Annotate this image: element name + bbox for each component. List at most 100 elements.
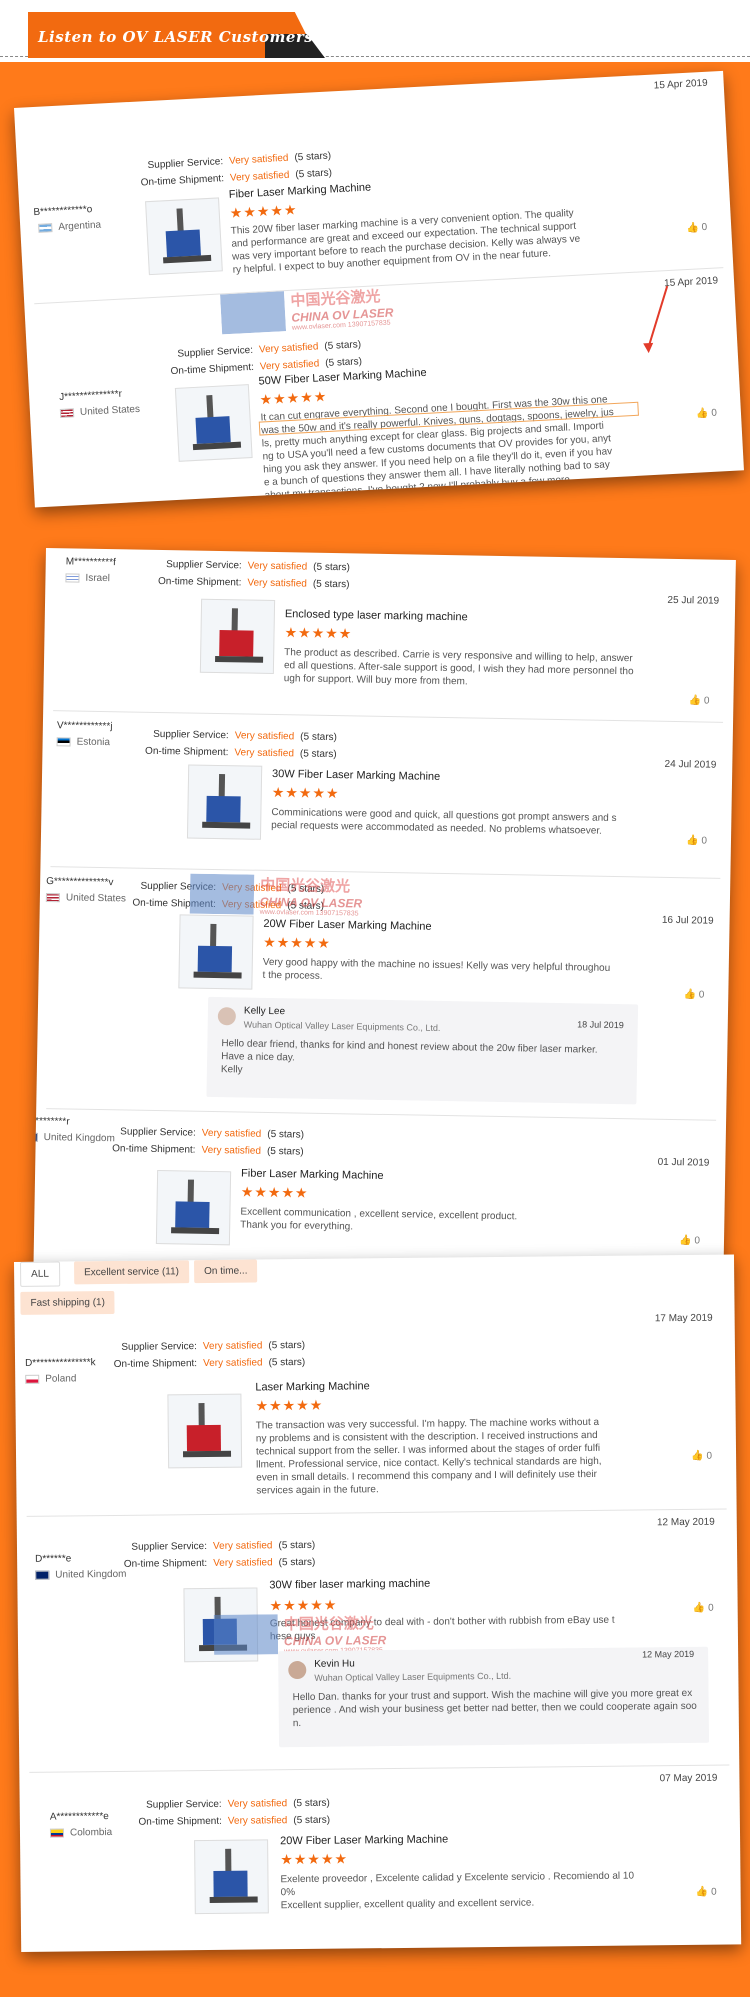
product-title[interactable]: Enclosed type laser marking machine: [285, 608, 468, 623]
supplier-service-label: Supplier Service:: [166, 559, 242, 572]
product-image[interactable]: [145, 197, 223, 276]
filter-fast-shipping[interactable]: Fast shipping (1): [20, 1290, 116, 1315]
product-image[interactable]: [199, 598, 276, 674]
like-count[interactable]: 👍 0: [693, 1603, 714, 1614]
filter-excellent-service[interactable]: Excellent service (11): [73, 1260, 190, 1285]
like-count[interactable]: 👍 0: [689, 695, 710, 706]
filter-all[interactable]: ALL: [19, 1261, 61, 1287]
like-count[interactable]: 👍 0: [679, 1235, 700, 1246]
reviewer-country: Poland: [25, 1373, 76, 1385]
review-photo[interactable]: [315, 504, 358, 508]
product-title[interactable]: 20W Fiber Laser Marking Machine: [263, 918, 431, 933]
avatar: [288, 1660, 307, 1680]
rating-stars: ★★★★★: [240, 1183, 309, 1201]
watermark: 中国光谷激光CHINA OV LASERwww.ovlaser.com 1390…: [214, 1612, 387, 1656]
product-image[interactable]: [178, 914, 254, 990]
product-title[interactable]: 20W Fiber Laser Marking Machine: [280, 1833, 448, 1847]
review-date: 15 Apr 2019: [663, 275, 719, 290]
review-date: 17 May 2019: [654, 1312, 713, 1325]
review-text: The product as described. Carrie is very…: [283, 647, 634, 688]
thumbs-up-icon[interactable]: 👍: [686, 222, 699, 234]
seller-reply: Kevin Hu Wuhan Optical Valley Laser Equi…: [278, 1646, 710, 1748]
reply-text: Hello dear friend, thanks for kind and h…: [220, 1038, 598, 1076]
review-text: Excellent communication , excellent serv…: [240, 1206, 518, 1233]
review-item: 12 May 2019 D******e United Kingdom Supp…: [17, 1512, 740, 1770]
filter-on-time[interactable]: On time...: [193, 1259, 258, 1284]
country-label: Poland: [45, 1373, 77, 1385]
supplier-service-value: Very satisfied: [202, 1340, 263, 1353]
product-image[interactable]: [174, 384, 253, 462]
review-date: 07 May 2019: [659, 1772, 718, 1785]
reviewer-country: Argentina: [38, 220, 101, 234]
product-image[interactable]: [194, 1839, 269, 1915]
supplier-service-value: Very satisfied: [258, 341, 319, 356]
shipment-label: On-time Shipment:: [157, 575, 242, 589]
thumbs-up-icon[interactable]: 👍: [686, 835, 699, 846]
rating-stars: ★★★★★: [271, 783, 340, 802]
thumbs-up-icon[interactable]: 👍: [693, 1603, 706, 1614]
review-photos[interactable]: [269, 504, 358, 508]
supplier-service-label: Supplier Service:: [121, 1341, 197, 1353]
reviewer-name: B************o: [33, 204, 93, 219]
rating-stars: ★★★★★: [263, 933, 332, 952]
thumbs-up-icon[interactable]: 👍: [696, 408, 709, 420]
shipment-value: Very satisfied: [247, 577, 307, 590]
reviewer-name: M**********f: [65, 556, 116, 569]
service-ratings: Supplier Service: Very satisfied (5 stars)…: [121, 1537, 316, 1573]
like-count[interactable]: 👍 0: [696, 408, 717, 420]
product-title[interactable]: Fiber Laser Marking Machine: [241, 1168, 384, 1182]
review-item: M**********f Israel Supplier Service: Ver…: [43, 548, 736, 720]
rating-stars: ★★★★★: [255, 1396, 324, 1414]
product-title[interactable]: 30W fiber laser marking machine: [269, 1578, 430, 1592]
watermark-logo-icon: [190, 874, 255, 915]
like-count[interactable]: 👍 0: [686, 222, 707, 234]
reply-company: Wuhan Optical Valley Laser Equipments Co…: [243, 1019, 441, 1033]
like-count[interactable]: 👍 0: [696, 1887, 717, 1898]
review-date: 24 Jul 2019: [664, 758, 717, 771]
stars-text: (5 stars): [300, 731, 337, 744]
shipment-value: Very satisfied: [201, 1144, 262, 1157]
thumbs-up-icon[interactable]: 👍: [691, 1451, 704, 1462]
rating-stars: ★★★★★: [229, 201, 298, 221]
product-image[interactable]: [167, 1393, 243, 1469]
like-count[interactable]: 👍 0: [691, 1451, 712, 1462]
seller-reply: Kelly Lee Wuhan Optical Valley Laser Equ…: [206, 996, 639, 1105]
like-count[interactable]: 👍 0: [683, 989, 704, 1000]
supplier-service-label: Supplier Service:: [153, 728, 229, 742]
flag-icon: [65, 573, 80, 583]
service-ratings: Supplier Service: Very satisfied (5 stars)…: [111, 1337, 306, 1373]
review-item: 15 Apr 2019 B************o Argentina Sup…: [14, 71, 733, 298]
reviewer-name: J**************r: [58, 388, 123, 404]
product-image[interactable]: [186, 764, 263, 840]
avatar: [217, 1007, 237, 1026]
review-text: The transaction was very successful. I'm…: [255, 1416, 602, 1497]
product-image[interactable]: [155, 1170, 232, 1246]
reviewer-name: V************j: [56, 720, 113, 733]
supplier-service-value: Very satisfied: [201, 1127, 262, 1140]
stars-text: (5 stars): [293, 1797, 330, 1810]
stars-text: (5 stars): [278, 1556, 316, 1569]
product-title[interactable]: Laser Marking Machine: [255, 1380, 369, 1393]
reply-date: 12 May 2019: [642, 1648, 695, 1660]
flag-icon: [25, 1374, 40, 1384]
country-label: United States: [65, 892, 127, 905]
flag-icon: [35, 1570, 50, 1580]
stars-text: (5 stars): [295, 167, 333, 181]
stars-text: (5 stars): [324, 339, 362, 353]
like-count[interactable]: 👍 0: [686, 835, 707, 846]
thumbs-up-icon[interactable]: 👍: [679, 1235, 692, 1246]
thumbs-up-icon[interactable]: 👍: [696, 1887, 709, 1898]
country-label: Israel: [85, 572, 111, 585]
product-title[interactable]: 30W Fiber Laser Marking Machine: [272, 768, 440, 783]
country-label: Estonia: [76, 736, 111, 749]
reviewer-country: United States: [45, 892, 127, 905]
reviewer-country: Colombia: [49, 1827, 112, 1839]
rating-stars: ★★★★★: [269, 1596, 338, 1614]
supplier-service-value: Very satisfied: [227, 1798, 288, 1810]
shipment-label: On-time Shipment:: [123, 1557, 208, 1570]
reviewer-country: United Kingdom: [35, 1569, 126, 1581]
thumbs-up-icon[interactable]: 👍: [683, 989, 696, 1000]
watermark: 中国光谷激光CHINA OV LASERwww.ovlaser.com 1390…: [190, 873, 363, 918]
thumbs-up-icon[interactable]: 👍: [689, 695, 702, 706]
review-item: V************j Estonia Supplier Service:…: [40, 714, 733, 876]
